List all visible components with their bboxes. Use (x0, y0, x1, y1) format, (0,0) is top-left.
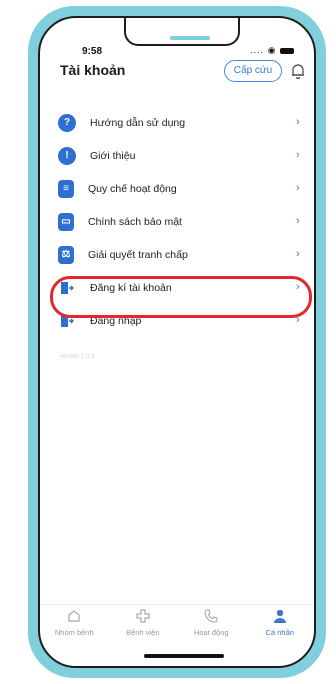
menu-item-label: Giới thiệu (90, 149, 136, 162)
menu-item-guide[interactable]: ? Hướng dẫn sử dụng › (58, 106, 306, 139)
notch (124, 18, 240, 46)
person-icon (271, 607, 289, 625)
chevron-right-icon: › (296, 149, 300, 161)
menu-item-regulations[interactable]: ≡ Quy chế hoạt động › (58, 172, 306, 205)
emergency-button[interactable]: Cấp cứu (224, 60, 282, 82)
menu-item-label: Giải quyết tranh chấp (88, 248, 188, 261)
help-circle-icon: ? (58, 113, 76, 132)
menu-item-label: Hướng dẫn sử dụng (90, 116, 186, 129)
menu-item-label: Chính sách bảo mật (88, 215, 182, 228)
menu-item-privacy[interactable]: ▭ Chính sách bảo mật › (58, 205, 306, 238)
home-indicator (144, 654, 224, 658)
home-icon (65, 607, 83, 625)
tab-hospitals[interactable]: Bệnh viện (109, 605, 178, 645)
gavel-icon: ⚖ (58, 245, 74, 264)
phone-frame: 9:58 .... ◉ Tài khoản Cấp cứu ? Hướng dẫ… (28, 6, 326, 678)
tab-label: Bệnh viện (126, 628, 160, 637)
page-title: Tài khoản (60, 62, 126, 78)
version-text: version 1.0.3 (60, 354, 95, 360)
document-icon: ≡ (58, 179, 74, 198)
chevron-right-icon: › (296, 116, 300, 128)
signal-icon: .... (250, 45, 265, 55)
menu-item-label: Quy chế hoạt động (88, 182, 177, 195)
tab-label: Hoạt động (193, 628, 229, 637)
notch-bar (170, 36, 210, 40)
bottom-tab-bar: Nhóm bệnh Bệnh viện Hoạt động Cá nhân (40, 604, 314, 645)
tab-disease-groups[interactable]: Nhóm bệnh (40, 605, 109, 645)
battery-icon (280, 47, 294, 54)
highlight-annotation (50, 276, 312, 318)
bell-icon[interactable] (290, 62, 306, 80)
chevron-right-icon: › (296, 215, 300, 227)
tab-label: Cá nhân (265, 628, 294, 637)
menu-item-about[interactable]: ! Giới thiệu › (58, 139, 306, 172)
lock-card-icon: ▭ (58, 212, 74, 231)
status-icons: .... ◉ (250, 45, 294, 56)
tab-personal[interactable]: Cá nhân (246, 605, 315, 645)
chevron-right-icon: › (296, 182, 300, 194)
tab-activities[interactable]: Hoạt động (177, 605, 246, 645)
info-circle-icon: ! (58, 146, 76, 165)
hospital-cross-icon (134, 607, 152, 625)
tab-label: Nhóm bệnh (54, 628, 94, 637)
chevron-right-icon: › (296, 248, 300, 260)
menu-item-disputes[interactable]: ⚖ Giải quyết tranh chấp › (58, 238, 306, 271)
phone-call-icon (202, 607, 220, 625)
phone-screen: 9:58 .... ◉ Tài khoản Cấp cứu ? Hướng dẫ… (38, 16, 316, 668)
wifi-icon: ◉ (267, 45, 277, 55)
status-time: 9:58 (82, 46, 103, 57)
